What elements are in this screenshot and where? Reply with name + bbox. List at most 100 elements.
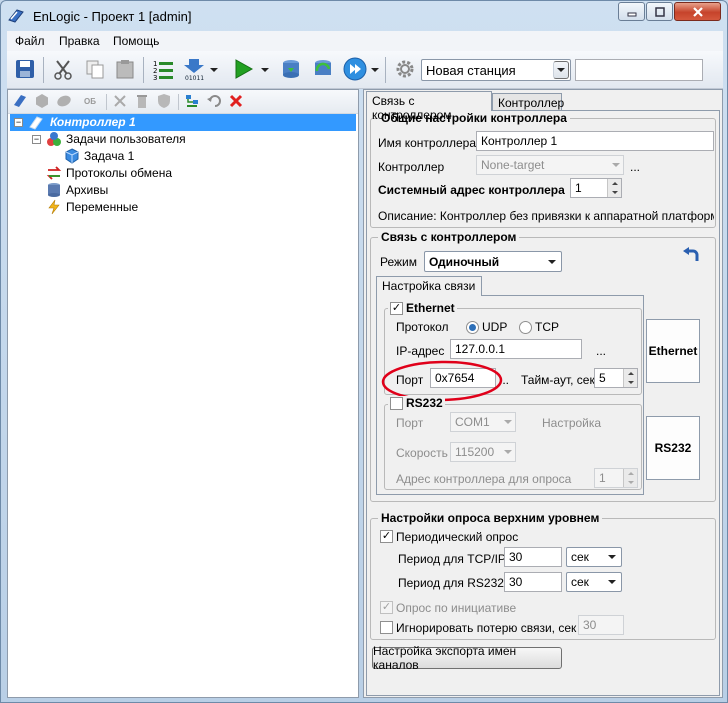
ip-address-field[interactable]: 127.0.0.1 [450,339,582,359]
rs232-toggle[interactable]: RS232 [388,396,445,410]
tree-item-protocols[interactable]: Протоколы обмена [66,165,172,182]
initiative-poll-checkbox[interactable]: ✓ [380,601,393,614]
maximize-button[interactable] [646,2,673,21]
mode-label: Режим [380,255,417,269]
save-button[interactable] [13,57,37,81]
initiative-poll-label: Опрос по инициативе [396,601,517,615]
paste-icon [116,60,134,79]
tab-connection-settings[interactable]: Настройка связи [376,276,482,296]
system-address-spinner[interactable]: 1 [570,178,622,198]
station-combo[interactable]: Новая станция [421,59,571,81]
rs232-period-field[interactable]: 30 [504,572,562,592]
project-tree-pane: ОБ Контроллер 1 − − Задачи пользователя … [7,89,359,698]
sync-database-icon [315,60,331,75]
blob-icon[interactable] [56,93,72,109]
rs232-checkbox[interactable] [390,396,403,410]
numbered-list-icon: 123 [153,60,173,80]
minimize-button[interactable] [618,2,645,21]
rs232-port-value: COM1 [455,415,490,429]
udp-radio[interactable] [466,321,479,334]
tab-connection[interactable]: Связь с контроллером [366,91,492,122]
database-button[interactable] [279,57,303,81]
ob-block-icon[interactable]: ОБ [78,93,102,109]
ignore-loss-checkbox[interactable] [380,621,393,634]
tcp-radio[interactable] [519,321,532,334]
forward-circle-icon [343,57,367,81]
spin-up-icon[interactable] [623,369,637,378]
spin-up-icon[interactable] [623,469,637,478]
periodic-poll-checkbox[interactable]: ✓ [380,530,393,543]
run-button[interactable] [231,57,255,81]
menu-edit[interactable]: Правка [59,34,100,48]
export-channel-names-button[interactable]: Настройка экспорта имен каналов [372,644,562,672]
mode-value: Одиночный [429,255,500,269]
menu-file[interactable]: Файл [15,34,45,48]
rs232-port-select[interactable]: COM1 [450,412,516,432]
trash-icon[interactable] [134,93,150,109]
forward-dropdown-arrow[interactable] [371,68,379,72]
run-dropdown-arrow[interactable] [261,68,269,72]
ignore-loss-field[interactable]: 30 [578,615,624,635]
controller-type-value: None-target [481,158,545,172]
ethernet-toggle[interactable]: ✓ Ethernet [388,301,457,315]
controller-type-more[interactable]: ... [630,160,640,174]
properties-pane: Связь с контроллером Контроллер Общие на… [363,89,723,698]
chevron-down-icon [504,450,512,454]
forward-button[interactable] [343,57,367,81]
tree-item-user-tasks[interactable]: Задачи пользователя [66,131,186,148]
numbered-list-button[interactable]: 123 [151,57,175,81]
controller-description: Описание: Контроллер без привязки к аппа… [378,209,714,223]
close-icon [692,6,703,17]
tree-item-archives[interactable]: Архивы [66,182,108,199]
tcp-period-unit-select[interactable]: сек [566,547,622,567]
app-window: EnLogic - Проект 1 [admin] Файл Правка П… [0,0,728,703]
sync-button[interactable] [311,57,335,81]
timeout-spinner[interactable]: 5 [594,368,638,388]
close-button[interactable] [674,2,721,21]
compile-dropdown-arrow[interactable] [210,68,218,72]
connection-group-title: Связь с контроллером [378,230,520,244]
scissors-icon [54,60,72,80]
tools-icon[interactable] [112,93,128,109]
controller-type-select[interactable]: None-target [476,155,624,175]
mode-select[interactable]: Одиночный [424,251,562,272]
rs232-speed-select[interactable]: 115200 [450,442,516,462]
tcp-period-unit-value: сек [571,550,589,564]
collapse-controller-toggle[interactable]: − [14,118,23,127]
controller-icon[interactable] [12,93,28,109]
paste-button[interactable] [113,57,137,81]
collapse-tasks-toggle[interactable]: − [32,135,41,144]
tab-controller[interactable]: Контроллер [492,93,564,110]
spin-up-icon[interactable] [607,179,621,188]
ethernet-side-button[interactable]: Ethernet [646,319,700,383]
spin-down-icon[interactable] [623,478,637,487]
shield-icon[interactable] [156,93,172,109]
copy-button[interactable] [83,57,107,81]
tcp-period-field[interactable]: 30 [504,547,562,567]
ip-address-more[interactable]: ... [596,344,606,358]
rs232-period-unit-select[interactable]: сек [566,572,622,592]
cut-button[interactable] [51,57,75,81]
tcp-period-label: Период для TCP/IP [398,552,506,566]
ethernet-checkbox[interactable]: ✓ [390,301,403,315]
controller-name-field[interactable]: Контроллер 1 [476,131,714,151]
rs232-addr-value: 1 [599,471,606,485]
undo-icon[interactable] [206,93,222,109]
spin-down-icon[interactable] [607,188,621,197]
spin-down-icon[interactable] [623,378,637,387]
delete-icon[interactable] [228,93,244,109]
toolbar-search-input[interactable] [575,59,703,81]
tree-import-icon[interactable] [184,93,200,109]
rs232-side-button[interactable]: RS232 [646,416,700,480]
settings-button[interactable] [393,57,417,81]
tree-item-controller[interactable]: Контроллер 1 [10,114,356,131]
tree-item-task1[interactable]: Задача 1 [84,148,134,165]
menu-help[interactable]: Помощь [113,34,159,48]
compile-button[interactable]: 01011 [183,57,207,81]
hexagon-icon[interactable] [34,93,50,109]
gear-icon [396,60,414,78]
controller-type-label: Контроллер [378,160,445,174]
tree-item-variables[interactable]: Переменные [66,199,138,216]
back-arrow-icon[interactable] [682,247,700,266]
rs232-addr-spinner[interactable]: 1 [594,468,638,488]
